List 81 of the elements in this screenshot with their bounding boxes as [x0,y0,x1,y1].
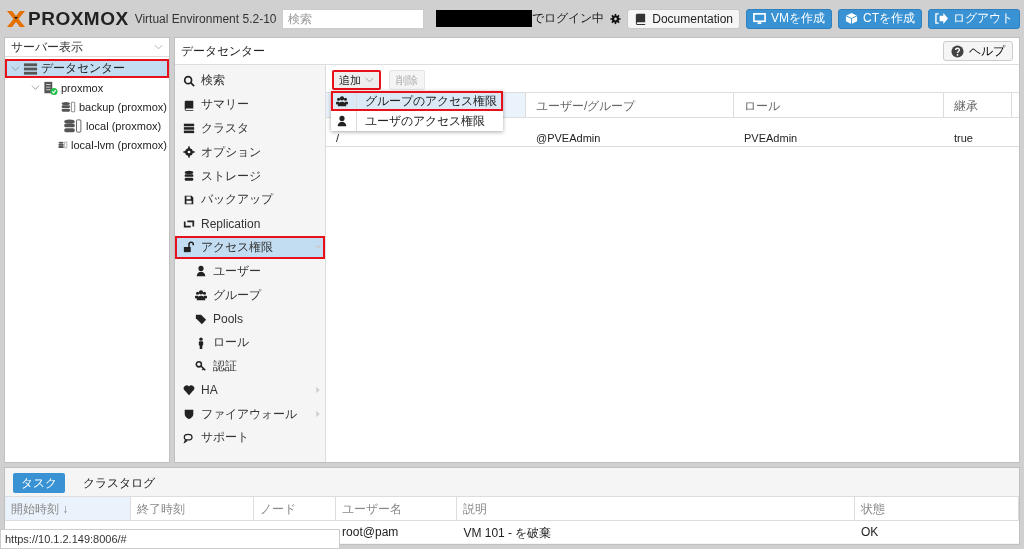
database-icon [63,118,83,133]
panel-tab[interactable]: クラスタログ [75,473,163,493]
nav-item[interactable]: ロール [175,330,325,355]
column-header[interactable]: 状態 [854,497,1019,520]
tree-item[interactable]: backup (proxmox) [5,97,169,116]
nav-item[interactable]: バックアップ [175,188,325,212]
cube-icon [845,12,858,25]
table-cell-text: VM 101 - を破棄 [462,525,553,542]
tree-item[interactable]: local (proxmox) [5,116,169,135]
logo-x-icon [6,8,26,29]
column-header[interactable]: 説明 [457,497,855,520]
chevron-down-icon [154,44,163,50]
nav-item[interactable]: サマリー [175,92,325,117]
user-icon [336,115,348,127]
table-cell-text: OK [859,524,880,541]
column-header[interactable]: ユーザー名 [336,497,458,520]
nav-item[interactable]: HA [175,378,325,403]
table-cell: true [954,132,973,144]
view-select[interactable]: サーバー表示 [5,38,169,57]
expand-arrow-icon[interactable] [314,386,322,395]
caret-icon[interactable] [31,83,40,92]
column-header[interactable]: ロール [734,93,944,117]
search-icon [183,74,195,87]
book-icon [634,12,648,25]
nav-item[interactable]: サポート [175,425,325,450]
help-button[interactable]: ヘルプ [943,41,1013,61]
nav-item[interactable]: Replication [175,211,325,236]
database-icon [60,99,76,114]
nav-item[interactable]: クラスタ [175,116,325,141]
tree-item[interactable]: local-lvm (proxmox) [5,135,169,154]
gear-icon [183,146,195,159]
tree-item[interactable]: データセンター [5,59,169,78]
add-button[interactable]: 追加 [332,70,381,90]
documentation-button[interactable]: Documentation [627,8,740,29]
nav-item[interactable]: ユーザー [175,259,325,284]
server-rack-icon [23,61,38,76]
settings-icon[interactable] [610,12,622,25]
nav-item[interactable]: アクセス権限 [175,235,325,260]
version-label: Virtual Environment 5.2-10 [134,11,277,26]
users-icon [336,95,348,107]
nav-item[interactable]: ストレージ [175,164,325,188]
unlock-icon [183,241,195,254]
book-icon [183,98,195,111]
heart-icon [183,384,195,397]
logo-text: PROXMOX [28,7,129,30]
nav-item[interactable]: ファイアウォール [175,402,325,426]
logout-icon [935,12,948,25]
nav-item[interactable]: 認証 [175,354,325,379]
key-icon [195,360,207,373]
column-header[interactable]: 終了時刻 [131,497,254,520]
nav-item[interactable]: Pools [175,306,325,331]
comments-icon [183,431,195,444]
menu-item[interactable]: ユーザのアクセス権限 [331,111,503,131]
users-icon [195,289,207,302]
server-status-icon [43,80,58,95]
tags-icon [195,312,207,325]
user-icon [195,265,207,278]
table-cell: / [336,132,340,144]
caret-icon[interactable] [11,64,20,73]
login-status: でログイン中 [532,10,605,27]
tree-item[interactable]: proxmox [5,78,169,97]
column-header[interactable]: 継承 [944,93,1012,117]
help-icon [951,44,964,58]
nav-item[interactable]: グループ [175,283,325,307]
table-cell-text: root@pam [341,524,400,541]
expand-arrow-icon[interactable] [314,410,322,419]
table-cell: @PVEAdmin [536,132,601,144]
monitor-icon [753,12,766,25]
shield-icon [183,408,195,421]
status-url: https://10.1.2.149:8006/# [0,529,340,549]
table-cell: PVEAdmin [744,132,798,144]
save-icon [183,193,195,206]
nav-item[interactable]: オプション [175,140,325,165]
nav-item[interactable]: 検索 [175,69,325,93]
search-field[interactable]: 検索 [282,8,425,29]
server-icon [183,122,195,135]
column-header[interactable]: ユーザー/グループ [526,93,734,117]
menu-item[interactable]: グループのアクセス権限 [331,91,503,111]
database-icon [183,170,195,183]
column-header[interactable]: ノード [253,497,337,520]
panel-title: データセンター [181,42,265,60]
